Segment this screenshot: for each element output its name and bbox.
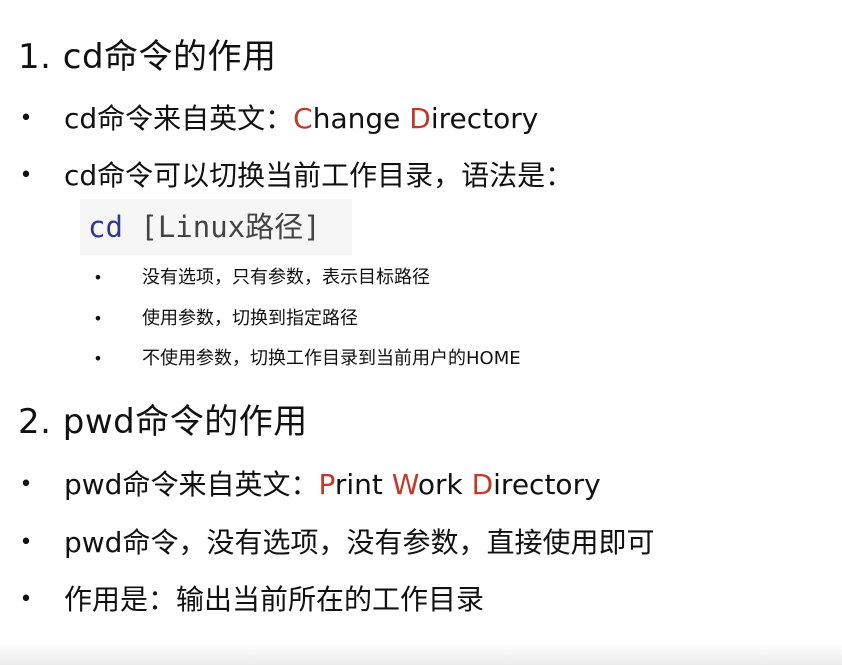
sub-bullet-dot-icon: • — [93, 268, 103, 287]
bullet-text: pwd命令，没有选项，没有参数，直接使用即可 — [64, 526, 655, 559]
bottom-shadow — [0, 643, 842, 665]
word-rest: irectory — [493, 468, 601, 501]
bullet-text: pwd命令来自英文：Print Work Directory — [64, 467, 601, 503]
bullet-text: cd命令来自英文：Change Directory — [64, 101, 538, 137]
word-rest: irectory — [430, 102, 539, 135]
bullet-dot-icon: • — [19, 530, 33, 555]
highlight-letter: W — [391, 468, 418, 501]
sub-bullet-dot-icon: • — [93, 309, 103, 328]
highlight-letter: D — [471, 468, 494, 501]
sub-bullet-text: 不使用参数，切换工作目录到当前用户的HOME — [142, 348, 521, 369]
origin-prefix: pwd命令来自英文： — [64, 468, 319, 501]
slide: 1. cd命令的作用 • cd命令来自英文：Change Directory •… — [0, 0, 842, 665]
bullet-dot-icon: • — [19, 472, 33, 497]
section1-heading: 1. cd命令的作用 — [18, 37, 277, 77]
word-rest: rint — [334, 468, 392, 501]
word-rest: ork — [417, 468, 472, 501]
code-argument: [Linux路径] — [122, 210, 321, 244]
code-text: cd [Linux路径] — [88, 207, 321, 247]
bullet-text: cd命令可以切换当前工作目录，语法是： — [64, 159, 574, 192]
bullet-dot-icon: • — [19, 106, 33, 131]
highlight-letter: C — [293, 102, 313, 135]
highlight-letter: D — [409, 102, 431, 135]
code-block: cd [Linux路径] — [80, 199, 352, 255]
origin-prefix: cd命令来自英文： — [64, 102, 294, 135]
section2-heading: 2. pwd命令的作用 — [18, 402, 308, 442]
sub-bullet-dot-icon: • — [93, 349, 103, 368]
bullet-text: 作用是：输出当前所在的工作目录 — [64, 583, 485, 616]
sub-bullet-text: 使用参数，切换到指定路径 — [142, 308, 358, 329]
word-rest: hange — [312, 102, 410, 135]
bullet-dot-icon: • — [19, 163, 33, 188]
code-command: cd — [88, 210, 123, 244]
bullet-dot-icon: • — [19, 587, 33, 612]
highlight-letter: P — [318, 468, 335, 501]
sub-bullet-text: 没有选项，只有参数，表示目标路径 — [142, 267, 430, 288]
